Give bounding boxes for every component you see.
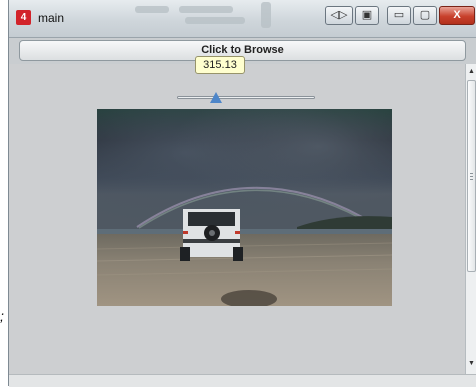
swap-icon: ◁▷ bbox=[330, 9, 348, 21]
slider-value-tooltip: 315.13 bbox=[195, 56, 245, 74]
background-window-text bbox=[261, 2, 271, 28]
screen-button[interactable]: ▣ bbox=[355, 6, 379, 25]
grip-line bbox=[470, 173, 473, 174]
maximize-icon: ▢ bbox=[419, 9, 431, 21]
grip-line bbox=[470, 176, 473, 177]
background-window-text bbox=[185, 17, 245, 24]
app-window: 4 main ◁▷ ▣ ▭ ▢ X Click to Browse 315.13 bbox=[8, 0, 476, 387]
swap-view-button[interactable]: ◁▷ bbox=[325, 6, 353, 25]
scroll-down-icon[interactable]: ▼ bbox=[466, 358, 476, 370]
slider-track[interactable] bbox=[177, 96, 315, 99]
slider-thumb[interactable] bbox=[209, 92, 222, 103]
scroll-up-icon[interactable]: ▲ bbox=[466, 66, 476, 78]
window-title: main bbox=[38, 11, 65, 25]
grip-line bbox=[470, 179, 473, 180]
screen-icon: ▣ bbox=[361, 9, 373, 21]
title-bar[interactable]: 4 main ◁▷ ▣ ▭ ▢ X bbox=[9, 0, 476, 38]
stray-character: ; bbox=[0, 308, 4, 324]
photo-car-beach-rainbow bbox=[97, 109, 392, 306]
maximize-button[interactable]: ▢ bbox=[413, 6, 437, 25]
minimize-button[interactable]: ▭ bbox=[387, 6, 411, 25]
close-button[interactable]: X bbox=[439, 6, 475, 25]
minimize-icon: ▭ bbox=[393, 9, 405, 21]
background-window-text bbox=[135, 6, 169, 13]
vertical-scrollbar[interactable]: ▲ ▼ bbox=[465, 64, 476, 374]
background-window-text bbox=[179, 6, 233, 13]
photo bbox=[97, 109, 392, 306]
app-logo-icon: 4 bbox=[16, 10, 31, 25]
close-icon: X bbox=[453, 9, 461, 21]
status-bar bbox=[9, 374, 476, 387]
scrollbar-thumb[interactable] bbox=[467, 80, 476, 272]
